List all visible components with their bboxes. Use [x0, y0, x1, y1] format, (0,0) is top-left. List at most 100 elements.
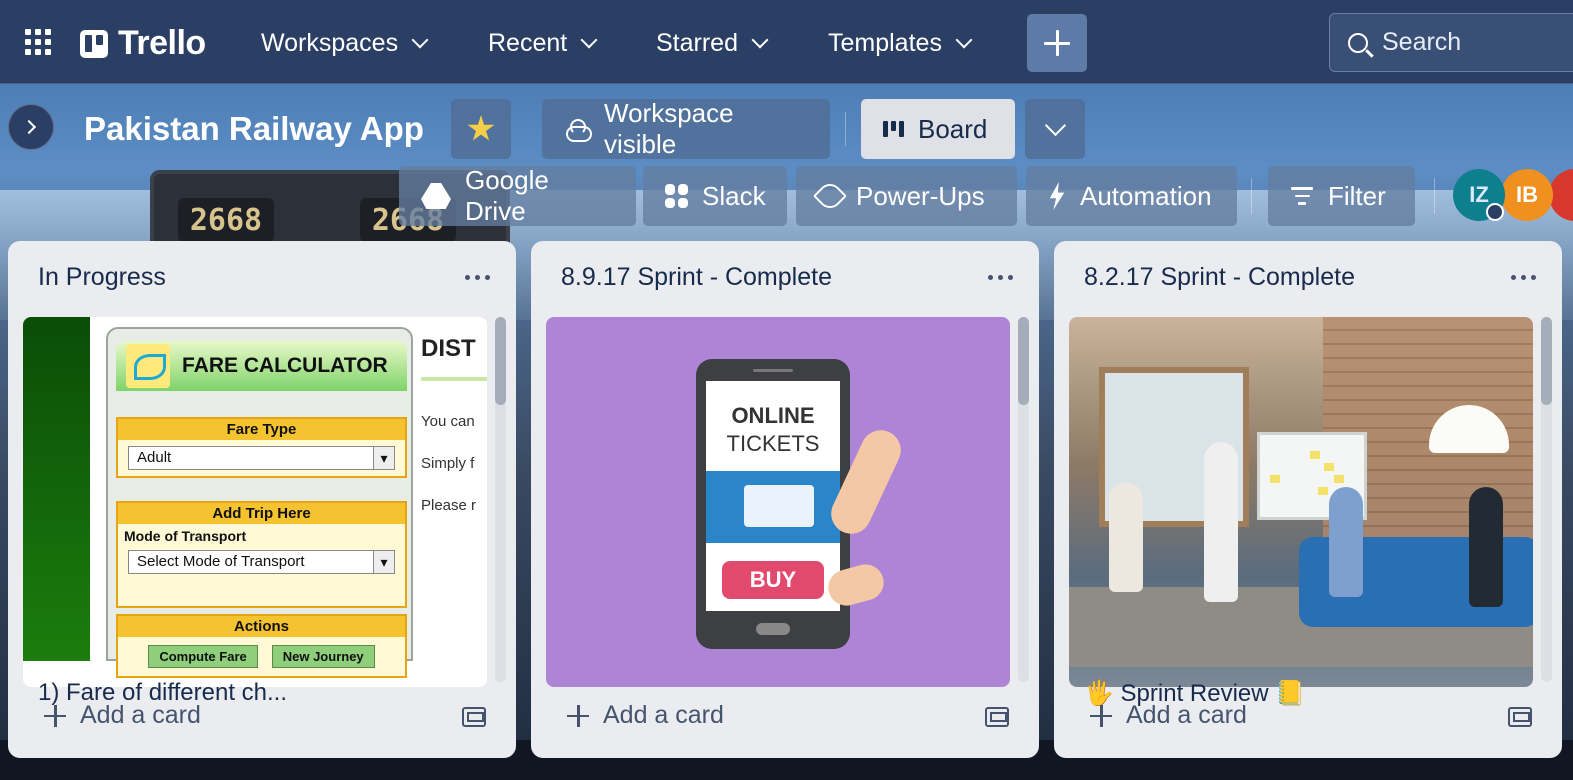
power-ups-button[interactable]: Power-Ups: [796, 166, 1017, 226]
fare-type-select: Adult: [128, 446, 395, 470]
nav-menu-recent[interactable]: Recent: [484, 22, 599, 64]
google-drive-label: Google Drive: [465, 165, 549, 226]
workspace-visible-icon: [564, 116, 592, 142]
filter-button[interactable]: Filter: [1268, 166, 1415, 226]
card-cover[interactable]: FARE CALCULATOR Fare Type Adult Add Trip…: [23, 317, 487, 687]
new-journey-button: New Journey: [271, 645, 375, 668]
board-title[interactable]: Pakistan Railway App: [84, 110, 424, 148]
card-cover[interactable]: ONLINE TICKETS BUY: [546, 317, 1010, 687]
actions-section: Actions Compute Fare New Journey: [116, 614, 407, 678]
list-title[interactable]: 8.2.17 Sprint - Complete: [1084, 263, 1355, 292]
person: [1204, 442, 1238, 602]
logo-text: Trello: [118, 24, 206, 62]
chevron-down-icon: [1044, 114, 1066, 136]
chevron-down-icon: [411, 31, 429, 49]
trello-logo-icon: [80, 29, 108, 58]
plus-icon: [1090, 704, 1112, 727]
office-photo-cover: [1069, 317, 1533, 687]
person: [1329, 487, 1363, 597]
add-card-button[interactable]: Add a card: [567, 701, 724, 730]
nav-menu-starred[interactable]: Starred: [652, 22, 770, 64]
visibility-label: Workspace visible: [604, 98, 734, 159]
automation-button[interactable]: Automation: [1026, 166, 1237, 226]
buy-badge: BUY: [722, 561, 824, 599]
side-underline: [421, 377, 487, 381]
board-view-icon: [883, 121, 904, 137]
app-switcher-icon[interactable]: [24, 28, 52, 56]
online-tickets-cover: ONLINE TICKETS BUY: [546, 317, 1010, 687]
search-placeholder: Search: [1382, 28, 1462, 56]
person: [1469, 487, 1503, 607]
side-text: Please r: [421, 497, 477, 514]
create-from-template-icon[interactable]: [985, 707, 1009, 727]
add-card-button[interactable]: Add a card: [1090, 701, 1247, 730]
fare-calculator-panel: FARE CALCULATOR Fare Type Adult Add Trip…: [106, 327, 413, 678]
automation-label: Automation: [1080, 180, 1212, 211]
list-scrollbar[interactable]: [1018, 317, 1029, 682]
fare-calculator-cover: FARE CALCULATOR Fare Type Adult Add Trip…: [23, 317, 487, 687]
list-title[interactable]: In Progress: [38, 263, 166, 292]
add-card-label: Add a card: [80, 701, 201, 729]
board-view-label: Board: [918, 113, 988, 144]
create-button[interactable]: [1027, 14, 1087, 72]
list-scrollbar[interactable]: [495, 317, 506, 682]
view-switcher-dropdown[interactable]: [1025, 99, 1085, 159]
card-cover[interactable]: [1069, 317, 1533, 687]
add-trip-label: Add Trip Here: [118, 503, 405, 524]
fare-type-label: Fare Type: [118, 419, 405, 440]
add-card-label: Add a card: [603, 701, 724, 729]
slack-button[interactable]: Slack: [643, 166, 787, 226]
side-text: Simply f: [421, 455, 475, 472]
header-divider: [845, 112, 846, 146]
nav-menu-label: Starred: [656, 28, 738, 57]
list-menu-icon[interactable]: [465, 275, 490, 280]
filter-icon: [1290, 187, 1314, 205]
create-from-template-icon[interactable]: [1508, 707, 1532, 727]
chevron-down-icon: [751, 31, 769, 49]
nav-menu-label: Templates: [828, 28, 942, 57]
list-menu-icon[interactable]: [1511, 275, 1536, 280]
phone-illustration: ONLINE TICKETS BUY: [696, 359, 850, 649]
fare-type-section: Fare Type Adult: [116, 417, 407, 478]
actions-label: Actions: [118, 616, 405, 637]
compute-fare-button: Compute Fare: [148, 645, 258, 668]
list-in-progress: In Progress FARE CALCULATOR Fare Type Ad…: [8, 241, 516, 758]
chevron-right-icon: [21, 119, 37, 135]
create-from-template-icon[interactable]: [462, 707, 486, 727]
add-trip-section: Add Trip Here Mode of Transport Select M…: [116, 501, 407, 608]
trello-logo[interactable]: Trello: [80, 24, 206, 63]
list-scrollbar[interactable]: [1541, 317, 1552, 682]
slack-icon: [665, 184, 688, 208]
nav-menu-label: Workspaces: [261, 28, 399, 57]
chevron-down-icon: [955, 31, 973, 49]
add-card-button[interactable]: Add a card: [44, 701, 201, 730]
fare-calculator-title: FARE CALCULATOR: [116, 341, 407, 391]
mode-select: Select Mode of Transport: [128, 550, 395, 574]
star-icon: [467, 115, 495, 141]
chevron-down-icon: [580, 31, 598, 49]
nav-menu-label: Recent: [488, 28, 568, 57]
nav-menu-workspaces[interactable]: Workspaces: [257, 22, 430, 64]
avatar[interactable]: IB: [1501, 169, 1553, 221]
cover-green-bar: [23, 317, 90, 661]
admin-badge-icon: [1486, 203, 1504, 221]
board-view-button[interactable]: Board: [861, 99, 1015, 159]
filter-label: Filter: [1328, 180, 1386, 211]
add-card-label: Add a card: [1126, 701, 1247, 729]
slack-label: Slack: [702, 180, 766, 211]
visibility-button[interactable]: Workspace visible: [542, 98, 830, 159]
power-ups-label: Power-Ups: [856, 180, 985, 211]
search-input[interactable]: Search: [1329, 13, 1573, 72]
list-menu-icon[interactable]: [988, 275, 1013, 280]
nav-menu-templates[interactable]: Templates: [824, 22, 974, 64]
search-icon: [1348, 32, 1368, 53]
list-title[interactable]: 8.9.17 Sprint - Complete: [561, 263, 832, 292]
google-drive-button[interactable]: Google Drive: [399, 165, 636, 226]
cover-text: ONLINE: [731, 403, 815, 428]
locomotive-number-plate: 2668: [178, 198, 274, 242]
plus-icon: [567, 704, 589, 727]
rocket-icon: [813, 179, 847, 213]
star-board-button[interactable]: [451, 99, 511, 159]
list-sprint-8-9-17: 8.9.17 Sprint - Complete ONLINE TICKETS …: [531, 241, 1039, 758]
sidebar-expand-button[interactable]: [8, 104, 54, 150]
